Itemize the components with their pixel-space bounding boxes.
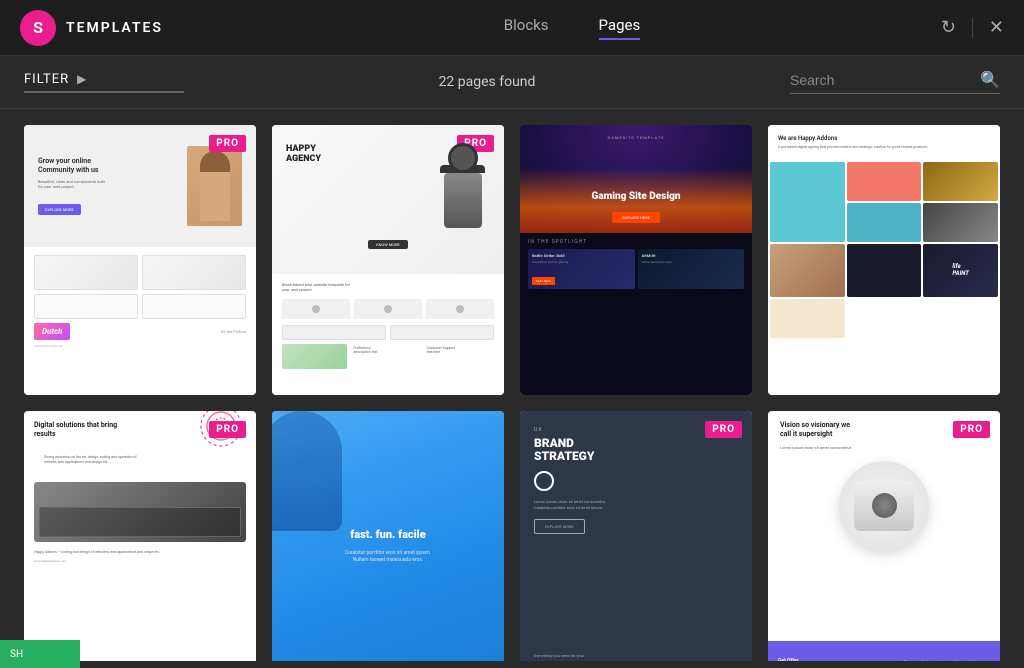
pro-badge: PRO (209, 135, 246, 152)
header-divider (972, 18, 973, 38)
status-bar: SH (0, 640, 80, 668)
app-title: TEMPLATES (66, 20, 163, 36)
template-card-3[interactable]: GAMESITE TEMPLATE Gaming Site Design EXP… (520, 125, 752, 395)
template-card-1[interactable]: PRO Grow your onlineCommunity with us Be… (24, 125, 256, 395)
card-preview-2: HAPPYAGENCY KNOW MORE Block based best w… (272, 125, 504, 395)
filter-arrow-icon: ▶ (77, 72, 86, 86)
card-preview-6: fast. fun. facile Curabitur porttitor er… (272, 411, 504, 661)
template-card-7[interactable]: PRO UX BRANDSTRATEGY Lorem ipsum dolor s… (520, 411, 752, 661)
app-logo: S (20, 10, 56, 46)
nav-tabs: Blocks Pages (220, 16, 924, 40)
pro-badge-5: PRO (209, 421, 246, 438)
filter-area[interactable]: FILTER ▶ (24, 72, 184, 93)
pro-badge-7: PRO (705, 421, 742, 438)
header: S TEMPLATES Blocks Pages ↻ ✕ (0, 0, 1024, 56)
card-preview-3: GAMESITE TEMPLATE Gaming Site Design EXP… (520, 125, 752, 395)
search-area: 🔍 (790, 70, 1000, 94)
card-preview-1: Grow your onlineCommunity with us Beauti… (24, 125, 256, 395)
card-preview-8: Vision so visionary wecall it supersight… (768, 411, 1000, 661)
template-card-8[interactable]: PRO Vision so visionary wecall it supers… (768, 411, 1000, 661)
refresh-button[interactable]: ↻ (941, 17, 956, 38)
template-card-2[interactable]: PRO HAPPYAGENCY KNOW MORE Block based be… (272, 125, 504, 395)
close-button[interactable]: ✕ (989, 17, 1004, 38)
filter-label: FILTER (24, 72, 69, 87)
status-label: SH (10, 649, 23, 660)
logo-area: S TEMPLATES (20, 10, 220, 46)
pro-badge-8: PRO (953, 421, 990, 438)
template-grid: PRO Grow your onlineCommunity with us Be… (0, 109, 1024, 661)
header-actions: ↻ ✕ (924, 17, 1004, 38)
card-preview-5: Digital solutions that bringresults Stro… (24, 411, 256, 661)
pages-found-count: 22 pages found (184, 74, 790, 90)
toolbar: FILTER ▶ 22 pages found 🔍 (0, 56, 1024, 109)
search-icon: 🔍 (980, 70, 1000, 89)
template-card-5[interactable]: PRO Digital solutions that bringresults … (24, 411, 256, 661)
search-input[interactable] (790, 72, 980, 88)
template-card-4[interactable]: We are Happy Addons A pro-based digital … (768, 125, 1000, 395)
tab-pages[interactable]: Pages (599, 16, 641, 40)
tab-blocks[interactable]: Blocks (504, 16, 549, 40)
card-preview-7: UX BRANDSTRATEGY Lorem ipsum dolor sit a… (520, 411, 752, 661)
template-card-6[interactable]: fast. fun. facile Curabitur porttitor er… (272, 411, 504, 661)
card-preview-4: We are Happy Addons A pro-based digital … (768, 125, 1000, 395)
